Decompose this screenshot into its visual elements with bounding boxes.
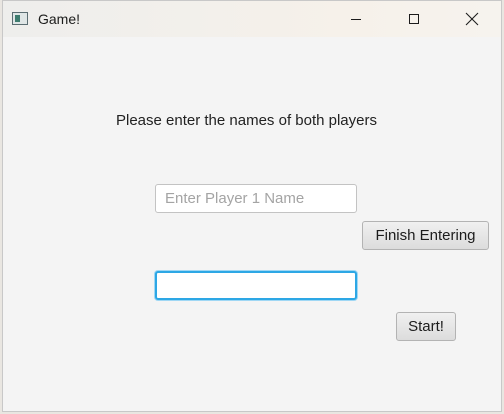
minimize-button[interactable] (333, 1, 379, 37)
finish-entering-button[interactable]: Finish Entering (362, 221, 489, 250)
player1-name-input[interactable] (155, 184, 357, 213)
app-window-icon (12, 12, 28, 25)
window-content: Please enter the names of both players F… (3, 37, 501, 411)
close-icon (465, 12, 479, 26)
game-window: Game! Please enter the names of both pla… (2, 0, 502, 412)
start-button[interactable]: Start! (396, 312, 456, 341)
minimize-icon (351, 19, 361, 20)
maximize-button[interactable] (391, 1, 437, 37)
maximize-icon (409, 14, 419, 24)
instruction-label: Please enter the names of both players (116, 112, 377, 129)
window-title: Game! (38, 11, 81, 27)
title-bar[interactable]: Game! (3, 1, 501, 37)
player2-name-input[interactable] (155, 271, 357, 300)
close-button[interactable] (449, 1, 495, 37)
